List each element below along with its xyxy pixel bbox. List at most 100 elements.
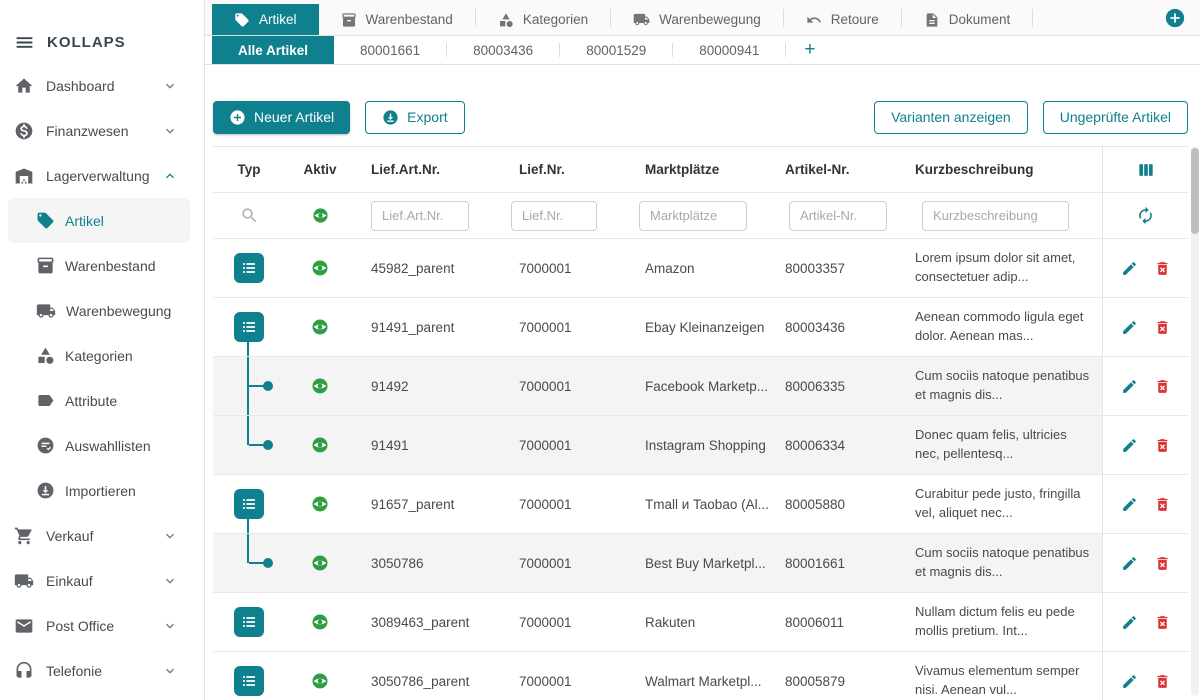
sidebar-item-warenbewegung[interactable]: Warenbewegung: [8, 288, 190, 333]
delete-icon[interactable]: [1154, 496, 1171, 513]
chevron-down-icon[interactable]: [162, 123, 178, 139]
add-icon[interactable]: [1164, 7, 1186, 29]
sidebar-item-label: Einkauf: [46, 573, 93, 589]
active-eye-icon[interactable]: [311, 436, 329, 454]
description-cell: Aenean commodo ligula eget dolor. Aenean…: [899, 298, 1102, 356]
tab-retoure[interactable]: Retoure: [784, 4, 901, 35]
sidebar-item-einkauf[interactable]: Einkauf: [0, 558, 204, 603]
category-icon: [36, 346, 55, 365]
edit-icon[interactable]: [1121, 319, 1138, 336]
table-row[interactable]: 91491_parent 7000001 Ebay Kleinanzeigen …: [213, 298, 1188, 357]
unverified-articles-button[interactable]: Ungeprüfte Artikel: [1043, 101, 1188, 134]
tab-alle-artikel[interactable]: Alle Artikel: [212, 36, 334, 64]
active-eye-icon[interactable]: [311, 377, 329, 395]
artikel-nr-cell: 80005879: [769, 652, 899, 700]
marketplace-cell: Best Buy Marketpl...: [629, 534, 769, 592]
add-tab-button[interactable]: +: [786, 36, 833, 64]
chevron-down-icon[interactable]: [162, 663, 178, 679]
active-eye-icon[interactable]: [312, 207, 329, 224]
active-eye-icon[interactable]: [311, 613, 329, 631]
lief-nr-filter-input[interactable]: [511, 201, 597, 231]
new-article-button[interactable]: Neuer Artikel: [213, 101, 350, 134]
menu-icon[interactable]: [14, 32, 35, 53]
delete-icon[interactable]: [1154, 378, 1171, 395]
sidebar-item-auswahllisten[interactable]: Auswahllisten: [8, 423, 190, 468]
tab-label: Artikel: [259, 12, 297, 27]
delete-icon[interactable]: [1154, 319, 1171, 336]
edit-icon[interactable]: [1121, 260, 1138, 277]
lief-art-nr-cell: 91492: [355, 357, 503, 415]
parent-article-icon[interactable]: [234, 607, 264, 637]
chevron-down-icon[interactable]: [162, 573, 178, 589]
sidebar-item-finanzwesen[interactable]: Finanzwesen: [0, 108, 204, 153]
parent-article-icon[interactable]: [234, 489, 264, 519]
table-row[interactable]: 91491 7000001 Instagram Shopping 8000633…: [213, 416, 1188, 475]
table-row[interactable]: 91657_parent 7000001 Tmall и Taobao (Al.…: [213, 475, 1188, 534]
table-row[interactable]: 91492 7000001 Facebook Marketp... 800063…: [213, 357, 1188, 416]
show-variants-button[interactable]: Varianten anzeigen: [874, 101, 1028, 134]
active-eye-icon[interactable]: [311, 554, 329, 572]
edit-icon[interactable]: [1121, 673, 1138, 690]
kurzbeschreibung-filter-input[interactable]: [922, 201, 1069, 231]
table-row[interactable]: 3050786 7000001 Best Buy Marketpl... 800…: [213, 534, 1188, 593]
tab-article-80003436[interactable]: 80003436: [447, 36, 559, 64]
tab-article-80000941[interactable]: 80000941: [673, 36, 785, 64]
search-icon[interactable]: [240, 206, 259, 225]
marketplace-cell: Facebook Marketp...: [629, 357, 769, 415]
delete-icon[interactable]: [1154, 437, 1171, 454]
tab-dokument[interactable]: Dokument: [902, 4, 1033, 35]
marktplaetze-filter-input[interactable]: [639, 201, 747, 231]
active-eye-icon[interactable]: [311, 259, 329, 277]
scrollbar-track[interactable]: [1191, 146, 1199, 696]
sidebar-item-verkauf[interactable]: Verkauf: [0, 513, 204, 558]
sidebar-item-dashboard[interactable]: Dashboard: [0, 63, 204, 108]
parent-article-icon[interactable]: [234, 312, 264, 342]
active-eye-icon[interactable]: [311, 495, 329, 513]
scrollbar-thumb[interactable]: [1191, 148, 1199, 234]
sidebar-item-kategorien[interactable]: Kategorien: [8, 333, 190, 378]
filter-artikel-nr: [769, 193, 899, 238]
edit-icon[interactable]: [1121, 614, 1138, 631]
refresh-icon[interactable]: [1136, 206, 1155, 225]
tab-kategorien[interactable]: Kategorien: [476, 4, 610, 35]
chevron-down-icon[interactable]: [162, 618, 178, 634]
edit-icon[interactable]: [1121, 555, 1138, 572]
primary-tab-bar: Artikel Warenbestand Kategorien Warenbew…: [205, 0, 1200, 36]
artikel-nr-filter-input[interactable]: [789, 201, 887, 231]
sidebar-item-importieren[interactable]: Importieren: [8, 468, 190, 513]
chevron-down-icon[interactable]: [162, 78, 178, 94]
import-icon: [36, 481, 55, 500]
tab-label: 80000941: [699, 43, 759, 58]
edit-icon[interactable]: [1121, 496, 1138, 513]
active-eye-icon[interactable]: [311, 318, 329, 336]
parent-article-icon[interactable]: [234, 253, 264, 283]
tab-article-80001661[interactable]: 80001661: [334, 36, 446, 64]
tab-artikel[interactable]: Artikel: [212, 4, 319, 35]
delete-icon[interactable]: [1154, 555, 1171, 572]
columns-icon[interactable]: [1136, 160, 1156, 180]
delete-icon[interactable]: [1154, 260, 1171, 277]
lief-art-nr-cell: 91657_parent: [355, 475, 503, 533]
edit-icon[interactable]: [1121, 437, 1138, 454]
sidebar-item-warenbestand[interactable]: Warenbestand: [8, 243, 190, 288]
chevron-down-icon[interactable]: [162, 528, 178, 544]
parent-article-icon[interactable]: [234, 666, 264, 696]
sidebar-item-post-office[interactable]: Post Office: [0, 603, 204, 648]
delete-icon[interactable]: [1154, 673, 1171, 690]
chevron-up-icon[interactable]: [162, 168, 178, 184]
table-row[interactable]: 3089463_parent 7000001 Rakuten 80006011 …: [213, 593, 1188, 652]
delete-icon[interactable]: [1154, 614, 1171, 631]
sidebar-item-attribute[interactable]: Attribute: [8, 378, 190, 423]
lief-art-nr-filter-input[interactable]: [371, 201, 469, 231]
edit-icon[interactable]: [1121, 378, 1138, 395]
sidebar-item-telefonie[interactable]: Telefonie: [0, 648, 204, 693]
table-row[interactable]: 45982_parent 7000001 Amazon 80003357 Lor…: [213, 239, 1188, 298]
sidebar-item-lagerverwaltung[interactable]: Lagerverwaltung: [0, 153, 204, 198]
export-button[interactable]: Export: [365, 101, 464, 134]
tab-warenbewegung[interactable]: Warenbewegung: [611, 4, 783, 35]
tab-article-80001529[interactable]: 80001529: [560, 36, 672, 64]
tab-warenbestand[interactable]: Warenbestand: [319, 4, 475, 35]
active-eye-icon[interactable]: [311, 672, 329, 690]
sidebar-item-artikel[interactable]: Artikel: [8, 198, 190, 243]
table-row[interactable]: 3050786_parent 7000001 Walmart Marketpl.…: [213, 652, 1188, 700]
